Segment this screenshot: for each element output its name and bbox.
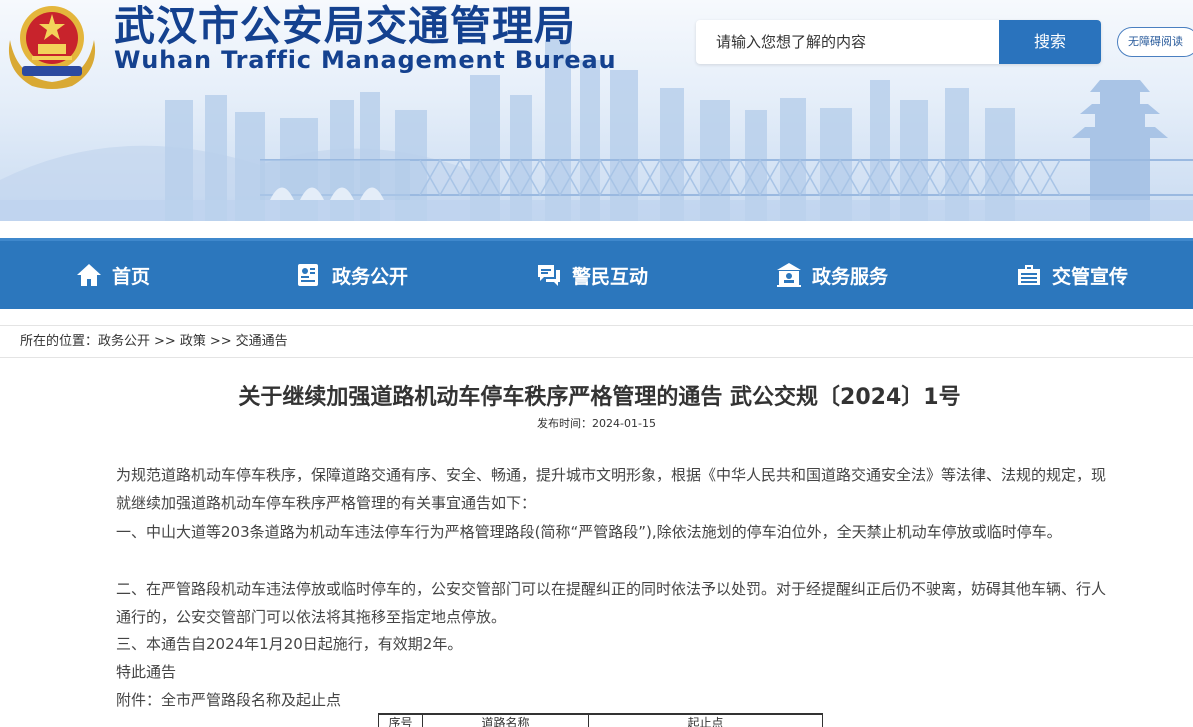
nav-item-traffic-publicity[interactable]: 交管宣传 — [1016, 241, 1128, 309]
article-title: 关于继续加强道路机动车停车秩序严格管理的通告 武公交规〔2024〕1号 — [238, 385, 961, 410]
date-label: 发布时间： — [537, 417, 593, 430]
search-box: 搜索 — [696, 20, 1101, 64]
search-input[interactable] — [696, 20, 999, 64]
breadcrumb-separator: >> — [154, 334, 176, 349]
search-button[interactable]: 搜索 — [999, 20, 1101, 64]
article-paragraph-clause-3: 三、本通告自2024年1月20日起施行，有效期2年。 — [116, 635, 463, 653]
breadcrumb-link-traffic-notice[interactable]: 交通通告 — [236, 334, 288, 349]
home-icon — [76, 262, 102, 288]
breadcrumb-link-policy[interactable]: 政策 — [180, 334, 206, 349]
nav-label: 首页 — [112, 265, 151, 288]
document-badge-icon — [296, 262, 322, 288]
nav-item-home[interactable]: 首页 — [76, 241, 150, 309]
breadcrumb-bar: 所在的位置：政务公开 >> 政策 >> 交通通告 — [0, 325, 1193, 358]
police-emblem-logo — [8, 6, 96, 89]
article-paragraph-clause-1: 一、中山大道等203条道路为机动车违法停车行为严格管理路段(简称“严管路段”),… — [116, 523, 1062, 541]
road-list-table: 序号 道路名称 起止点 — [378, 713, 823, 727]
breadcrumb-prefix: 所在的位置： — [20, 334, 99, 349]
site-title-english: Wuhan Traffic Management Bureau — [114, 46, 617, 74]
nav-item-police-interaction[interactable]: 警民互动 — [536, 241, 648, 309]
article-date: 发布时间：2024-01-15 — [0, 415, 1193, 431]
chat-icon — [536, 262, 562, 288]
table-header-road-name: 道路名称 — [422, 713, 589, 727]
site-title-chinese: 武汉市公安局交通管理局 — [114, 2, 576, 50]
nav-label: 警民互动 — [572, 265, 649, 288]
header-banner: 武汉市公安局交通管理局 Wuhan Traffic Management Bur… — [0, 0, 1193, 221]
nav-label: 政务服务 — [812, 265, 889, 288]
date-value: 2024-01-15 — [592, 417, 656, 430]
nav-label: 政务公开 — [332, 265, 409, 288]
table-header-start-end: 起止点 — [588, 713, 823, 727]
breadcrumb: 所在的位置：政务公开 >> 政策 >> 交通通告 — [20, 326, 288, 357]
nav-item-government-affairs[interactable]: 政务公开 — [296, 241, 408, 309]
nav-label: 交管宣传 — [1052, 265, 1129, 288]
briefcase-icon — [1016, 262, 1042, 288]
main-nav: 首页 政务公开 警民互动 政务服务 交管宣传 — [0, 238, 1193, 309]
nav-item-government-services[interactable]: 政务服务 — [776, 241, 888, 309]
table-header-index: 序号 — [378, 713, 423, 727]
breadcrumb-link-government-affairs[interactable]: 政务公开 — [98, 334, 150, 349]
service-icon — [776, 262, 802, 288]
breadcrumb-separator: >> — [209, 334, 232, 349]
article-paragraph-closing: 特此通告 — [116, 663, 177, 681]
article-attachment-line: 附件：全市严管路段名称及起止点 — [116, 691, 342, 709]
article-paragraph-intro: 为规范道路机动车停车秩序，保障道路交通有序、安全、畅通，提升城市文明形象，根据《… — [116, 466, 1107, 512]
accessibility-reading-button[interactable]: 无障碍阅读 — [1117, 27, 1193, 57]
article-paragraph-clause-2: 二、在严管路段机动车违法停放或临时停车的，公安交管部门可以在提醒纠正的同时依法予… — [116, 580, 1107, 626]
